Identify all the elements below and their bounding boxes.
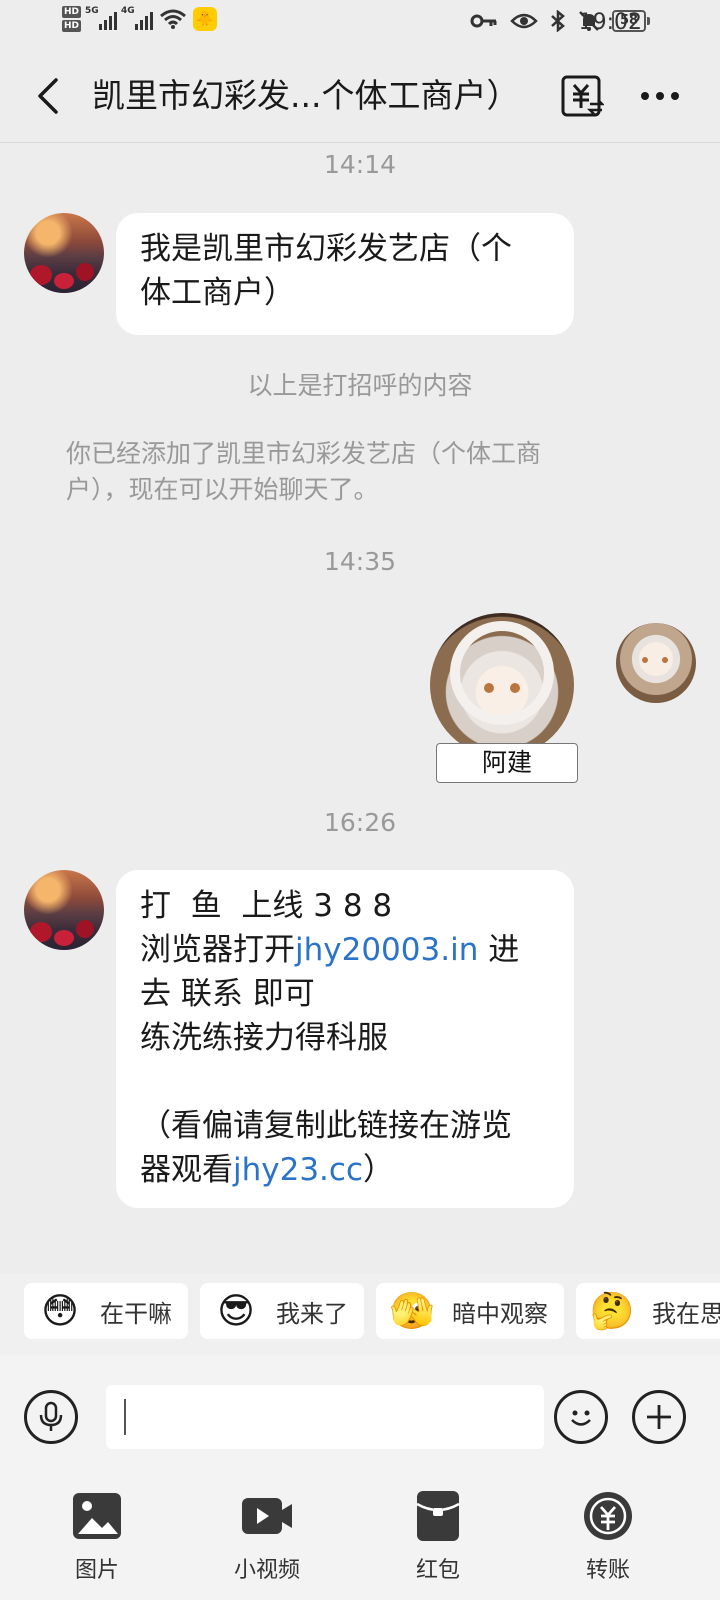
app-notification-icon: 🐥	[193, 7, 218, 31]
message-line: 器观看jhy23.cc）	[140, 1148, 550, 1192]
message-input[interactable]	[106, 1385, 544, 1449]
message-text: ）	[363, 1152, 394, 1188]
red-packet-icon	[412, 1490, 464, 1542]
more-dots-icon	[641, 92, 679, 100]
message-text: 进	[478, 932, 520, 968]
timestamp: 14:14	[323, 150, 397, 179]
wifi-icon	[159, 8, 187, 30]
system-note: 以上是打招呼的内容	[247, 371, 473, 400]
message-text: （看偏请复制此链接在游览	[140, 1108, 512, 1144]
sticker-image[interactable]	[430, 613, 574, 757]
status-bar: HD HD 5G 4G 🐥 58 19:02	[0, 0, 720, 50]
message-link[interactable]: jhy23.cc	[233, 1152, 363, 1188]
emoji-button[interactable]	[554, 1390, 608, 1444]
quick-reply-label: 在干嘛	[100, 1299, 172, 1328]
red-packet-button[interactable]: 红包	[378, 1490, 498, 1584]
quick-reply-label: 暗中观察	[452, 1299, 548, 1328]
chat-title: 凯里市幻彩发...个体工商户）	[92, 76, 520, 115]
transfer-button[interactable]	[558, 72, 606, 120]
timestamp: 14:35	[323, 547, 397, 576]
voice-button[interactable]	[24, 1390, 78, 1444]
hd-badge-1: HD	[62, 6, 82, 18]
message-text: 打 鱼 上线 3 8 8	[140, 888, 393, 924]
quick-reply-chip[interactable]: 😳 在干嘛	[24, 1283, 188, 1339]
system-note-line: 户），现在可以开始聊天了。	[66, 475, 379, 504]
message-link[interactable]: jhy20003.in	[295, 932, 478, 968]
chat-header: 凯里市幻彩发...个体工商户）	[0, 50, 720, 142]
message-text: 我是凯里市幻彩发艺店（个	[140, 231, 512, 267]
video-icon	[241, 1490, 293, 1542]
quick-reply-chip[interactable]: 😎 我来了	[200, 1283, 364, 1339]
message-text: 去 联系 即可	[140, 976, 315, 1012]
message-line: 浏览器打开jhy20003.in 进	[140, 928, 550, 972]
transfer-money-button[interactable]: 转账	[548, 1490, 668, 1584]
key-icon	[470, 14, 497, 28]
video-button[interactable]: 小视频	[207, 1490, 327, 1584]
contact-avatar[interactable]	[24, 213, 104, 293]
back-button[interactable]	[28, 72, 68, 120]
sticker-caption: 阿建	[436, 743, 578, 783]
plus-icon	[647, 1405, 671, 1429]
timestamp: 16:26	[323, 808, 397, 837]
menu-label: 转账	[585, 1558, 630, 1583]
transfer-icon	[582, 1490, 634, 1542]
smiley-icon	[571, 1410, 591, 1426]
system-added-note: 你已经添加了凯里市幻彩发艺店（个体工商 户），现在可以开始聊天了。	[66, 436, 626, 508]
quick-reply-label: 我来了	[276, 1299, 348, 1328]
message-text: 浏览器打开	[140, 932, 295, 968]
message-bubble[interactable]: 我是凯里市幻彩发艺店（个 体工商户）	[116, 213, 574, 335]
contact-avatar[interactable]	[24, 870, 104, 950]
more-actions-button[interactable]	[632, 1390, 686, 1444]
sticker-sunglasses-icon: 😎	[217, 1290, 255, 1332]
signal-4g-icon: 4G	[121, 6, 154, 30]
hd-indicators: HD HD	[62, 6, 82, 32]
signal-5g-icon: 5G	[85, 6, 118, 30]
microphone-icon	[39, 1401, 63, 1431]
bluetooth-icon	[551, 10, 565, 32]
menu-label: 图片	[74, 1558, 119, 1583]
my-avatar[interactable]	[616, 623, 696, 703]
quick-reply-label: 我在思考	[652, 1299, 720, 1328]
message-text: 练洗练接力得科服	[140, 1020, 388, 1056]
more-options-button[interactable]	[636, 72, 684, 120]
quick-reply-chip[interactable]: 🫣 暗中观察	[376, 1283, 564, 1339]
back-arrow-icon	[38, 78, 58, 114]
text-cursor	[124, 1399, 126, 1435]
image-icon	[71, 1490, 123, 1542]
system-note-line: 你已经添加了凯里市幻彩发艺店（个体工商	[66, 439, 542, 468]
eye-icon	[510, 13, 538, 29]
menu-label: 小视频	[233, 1558, 300, 1583]
header-divider	[0, 142, 720, 143]
message-text: 器观看	[140, 1152, 233, 1188]
signal-5g-label: 5G	[85, 6, 99, 16]
signal-4g-label: 4G	[121, 6, 135, 16]
quick-reply-bar: 😳 在干嘛 😎 我来了 🫣 暗中观察 🤔 我在思考	[0, 1273, 720, 1355]
sticker-what-are-you-doing-icon: 😳	[41, 1290, 79, 1332]
menu-label: 红包	[415, 1558, 460, 1583]
bottom-action-menu: 图片 小视频 红包 转账	[0, 1460, 720, 1600]
message-bubble[interactable]: 打 鱼 上线 3 8 8 浏览器打开jhy20003.in 进 去 联系 即可 …	[116, 870, 574, 1208]
status-time: 19:02	[578, 10, 642, 35]
input-bar	[0, 1355, 720, 1460]
message-text: 体工商户）	[140, 275, 295, 311]
sticker-thinking-icon: 🤔	[589, 1291, 635, 1332]
image-button[interactable]: 图片	[37, 1490, 157, 1584]
quick-reply-chip[interactable]: 🤔 我在思考	[576, 1283, 720, 1339]
hd-badge-2: HD	[62, 20, 82, 32]
yuan-exchange-icon	[561, 75, 604, 117]
sticker-peeking-icon: 🫣	[389, 1291, 435, 1332]
status-left: HD HD 5G 4G 🐥	[62, 6, 218, 32]
